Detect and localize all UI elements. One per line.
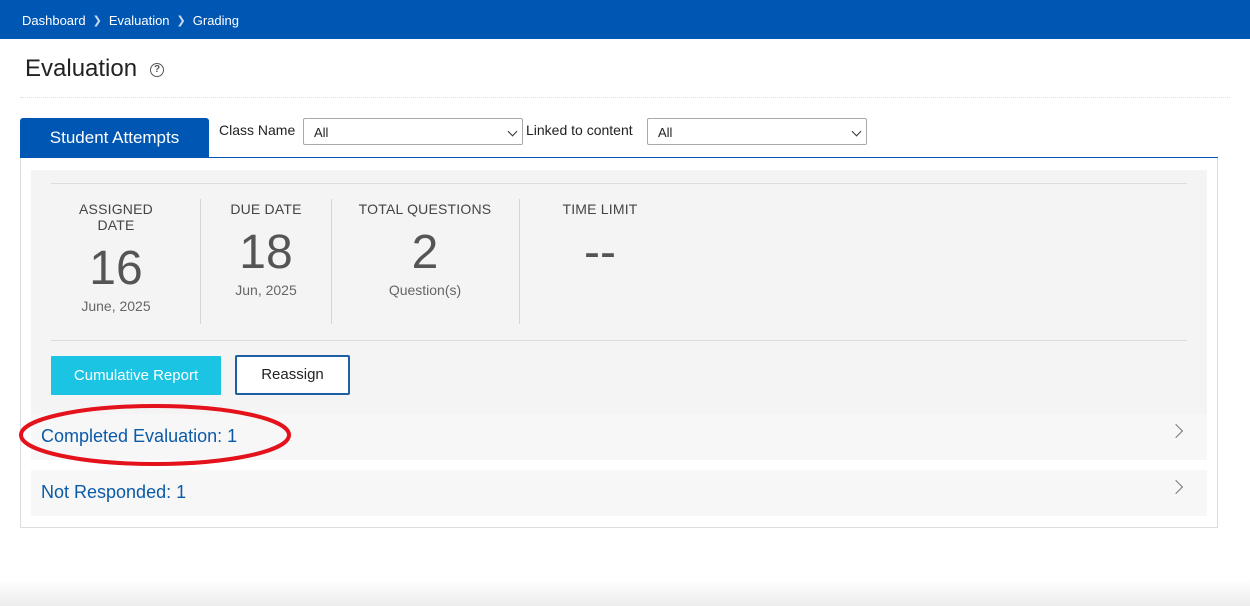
annotation-ellipse-stroke bbox=[19, 404, 291, 466]
cumulative-report-button[interactable]: Cumulative Report bbox=[51, 356, 221, 395]
stat-divider bbox=[519, 199, 520, 324]
question-circle-icon[interactable]: ? bbox=[150, 63, 164, 77]
linked-content-select[interactable]: All bbox=[647, 118, 867, 145]
tab-student-attempts[interactable]: Student Attempts bbox=[20, 118, 209, 158]
chevron-down-icon bbox=[507, 126, 518, 137]
stat-value: 16 bbox=[89, 242, 143, 295]
reassign-button[interactable]: Reassign bbox=[235, 355, 350, 395]
stat-value: -- bbox=[584, 226, 616, 279]
breadcrumb-dashboard[interactable]: Dashboard bbox=[22, 13, 86, 28]
stat-label: TOTAL QUESTIONS bbox=[358, 201, 492, 217]
breadcrumb: Dashboard ❯ Evaluation ❯ Grading bbox=[22, 13, 239, 28]
not-responded-row[interactable]: Not Responded: 1 bbox=[31, 470, 1207, 516]
stat-label: TIME LIMIT bbox=[562, 201, 638, 217]
stat-total-questions: TOTAL QUESTIONS 2 Question(s) bbox=[350, 201, 500, 298]
stats-bottom-divider bbox=[51, 340, 1187, 341]
class-name-select[interactable]: All bbox=[303, 118, 523, 145]
chevron-right-icon: ❯ bbox=[92, 15, 102, 27]
breadcrumb-evaluation[interactable]: Evaluation bbox=[109, 13, 170, 28]
chevron-right-icon bbox=[1168, 479, 1184, 495]
title-divider bbox=[20, 97, 1230, 98]
annotation-ellipse bbox=[19, 404, 291, 466]
chevron-down-icon bbox=[851, 126, 862, 137]
stats-top-divider bbox=[51, 183, 1187, 184]
chevron-right-icon: ❯ bbox=[176, 15, 186, 27]
stat-time-limit: TIME LIMIT -- bbox=[550, 201, 650, 282]
class-name-select-value: All bbox=[314, 125, 329, 140]
breadcrumb-grading[interactable]: Grading bbox=[193, 13, 239, 28]
stat-value: 2 bbox=[411, 226, 439, 279]
top-navigation-bar: Dashboard ❯ Evaluation ❯ Grading bbox=[0, 0, 1250, 39]
not-responded-label: Not Responded: 1 bbox=[41, 482, 187, 502]
stat-due-date: DUE DATE 18 Jun, 2025 bbox=[220, 201, 312, 298]
page-title: Evaluation bbox=[25, 55, 138, 82]
bottom-shadow bbox=[0, 580, 1250, 606]
stat-value: 18 bbox=[239, 226, 293, 279]
stat-divider bbox=[331, 199, 332, 324]
linked-content-label: Linked to content bbox=[526, 122, 633, 138]
stat-label: ASSIGNED DATE bbox=[79, 201, 153, 233]
stat-sub: June, 2025 bbox=[81, 298, 151, 314]
stat-sub: Jun, 2025 bbox=[235, 282, 297, 298]
stat-divider bbox=[200, 199, 201, 324]
stat-assigned-date: ASSIGNED DATE 16 June, 2025 bbox=[60, 201, 172, 314]
chevron-right-icon bbox=[1168, 423, 1184, 439]
linked-content-select-value: All bbox=[658, 125, 673, 140]
stat-label: DUE DATE bbox=[230, 201, 302, 217]
tab-underline bbox=[20, 157, 1218, 158]
class-name-label: Class Name bbox=[219, 122, 296, 138]
stat-sub: Question(s) bbox=[388, 282, 462, 298]
